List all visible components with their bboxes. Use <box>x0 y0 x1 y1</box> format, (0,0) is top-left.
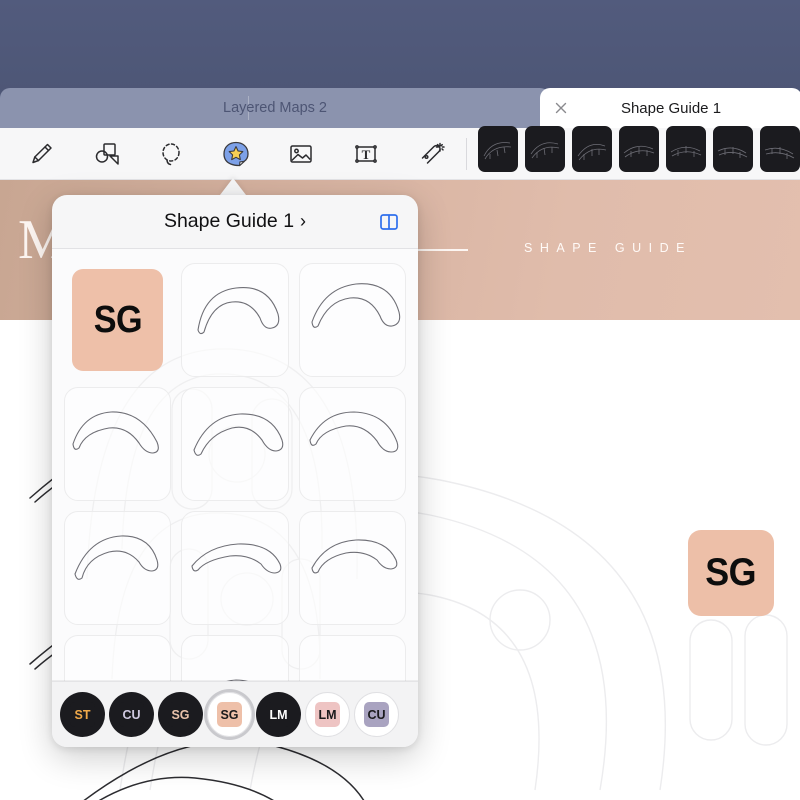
page-chip: ST <box>70 702 95 727</box>
sticker-thumbnail[interactable] <box>525 126 565 172</box>
page-thumb-body: CU <box>109 692 154 737</box>
split-view-icon[interactable] <box>378 211 400 233</box>
page-thumb-lm-light[interactable]: LM <box>305 692 350 737</box>
popover-title: Shape Guide 1 <box>163 210 295 232</box>
shape-cell[interactable] <box>298 635 406 681</box>
page-thumb-lm[interactable]: LM <box>256 692 301 737</box>
shape-cell[interactable] <box>298 263 406 377</box>
image-tool[interactable] <box>282 135 320 173</box>
shape-cell[interactable] <box>64 635 172 681</box>
sticker-thumbnail[interactable] <box>713 126 753 172</box>
page-thumb-cu-light[interactable]: CU <box>354 692 399 737</box>
page-chip: CU <box>119 702 144 727</box>
page-thumb-body: LM <box>256 692 301 737</box>
app-root: Layered Maps 2 Shape Guide 1 T M SHAPE G… <box>0 0 800 800</box>
sticker-thumbnail-strip <box>478 126 800 172</box>
page-thumb-sg-selected[interactable]: SG <box>207 692 252 737</box>
toolbar-divider <box>466 138 467 170</box>
shape-cell-label: SG <box>93 298 142 341</box>
shape-cell[interactable] <box>298 511 406 625</box>
page-chip-label: LM <box>269 707 288 722</box>
page-chip-label: CU <box>367 707 386 722</box>
tab-strip: Layered Maps 2 Shape Guide 1 <box>0 88 800 128</box>
page-chip-label: SG <box>220 707 239 722</box>
canvas-sg-badge[interactable]: SG <box>688 530 774 616</box>
sticker-thumbnail[interactable] <box>478 126 518 172</box>
page-chip-label: CU <box>122 707 141 722</box>
page-thumb-sg[interactable]: SG <box>158 692 203 737</box>
shape-cell-selected[interactable]: SG <box>64 263 171 377</box>
svg-text:T: T <box>362 147 371 162</box>
page-thumb-body: CU <box>354 692 399 737</box>
page-thumb-body: LM <box>305 692 350 737</box>
text-tool[interactable]: T <box>347 135 385 173</box>
popover-arrow <box>220 178 246 195</box>
page-chip: LM <box>266 702 291 727</box>
shape-cell[interactable] <box>181 263 289 377</box>
page-chip: SG <box>217 702 242 727</box>
tab-shape-guide-1[interactable]: Shape Guide 1 <box>540 88 800 128</box>
tab-label: Layered Maps 2 <box>223 100 327 116</box>
page-chip: LM <box>315 702 340 727</box>
sticker-thumbnail[interactable] <box>760 126 800 172</box>
sticker-thumbnail[interactable] <box>619 126 659 172</box>
tab-layered-maps-2[interactable]: Layered Maps 2 <box>0 88 550 128</box>
shape-cell-tile: SG <box>72 269 164 371</box>
page-chip: SG <box>168 702 193 727</box>
page-chip-label: LM <box>318 707 337 722</box>
shape-cell[interactable] <box>181 511 289 625</box>
shape-cell[interactable] <box>298 387 406 501</box>
page-thumb-cu[interactable]: CU <box>109 692 154 737</box>
close-icon[interactable] <box>552 99 570 117</box>
page-chip-label: SG <box>171 707 190 722</box>
shape-guide-popover: Shape Guide 1 › SG ST CU SG SG LM LM CU <box>52 195 418 747</box>
shape-grid: SG <box>52 249 418 681</box>
shape-cell[interactable] <box>64 387 172 501</box>
shape-cell[interactable] <box>181 387 289 501</box>
page-thumb-body: ST <box>60 692 105 737</box>
page-selector: ST CU SG SG LM LM CU <box>52 681 418 747</box>
lasso-tool[interactable] <box>152 135 190 173</box>
sticker-thumbnail[interactable] <box>572 126 612 172</box>
shape-cell[interactable] <box>181 635 289 681</box>
magic-tool[interactable] <box>412 135 450 173</box>
page-thumb-body: SG <box>158 692 203 737</box>
popover-title-button[interactable]: Shape Guide 1 › <box>164 210 306 233</box>
page-thumb-body: SG <box>207 692 252 737</box>
sticker-tool[interactable] <box>217 135 255 173</box>
page-chip-label: ST <box>74 707 91 722</box>
page-chip: CU <box>364 702 389 727</box>
canvas-sg-badge-label: SG <box>705 551 757 594</box>
shapes-tool[interactable] <box>87 135 125 173</box>
tab-label: Shape Guide 1 <box>620 99 722 117</box>
chevron-right-icon: › <box>300 211 307 231</box>
shape-cell[interactable] <box>64 511 172 625</box>
sticker-thumbnail[interactable] <box>666 126 706 172</box>
popover-body[interactable]: SG <box>52 249 418 681</box>
page-thumb-st[interactable]: ST <box>60 692 105 737</box>
band-title: SHAPE GUIDE <box>524 241 692 255</box>
marker-tool[interactable] <box>22 135 60 173</box>
popover-header: Shape Guide 1 › <box>52 195 418 249</box>
tool-group: T <box>22 135 450 173</box>
